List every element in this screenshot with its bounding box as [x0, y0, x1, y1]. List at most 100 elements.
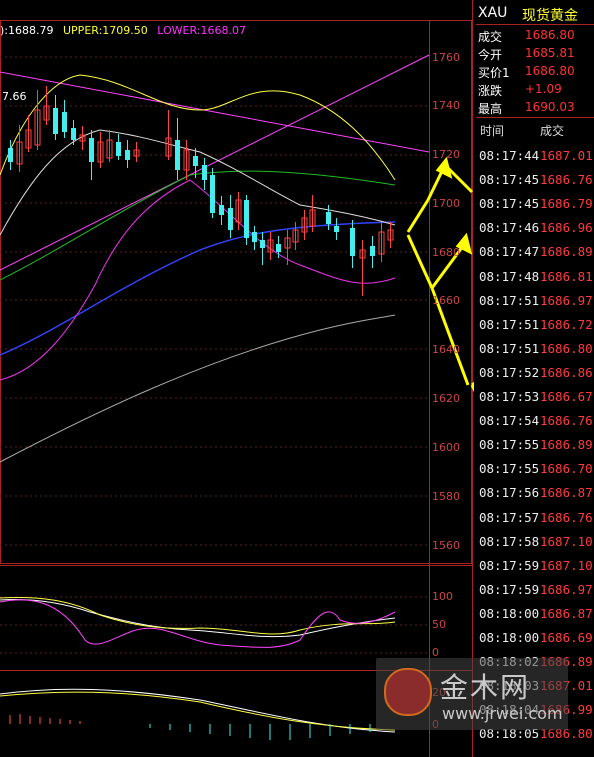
tick-price: 1686.70 [540, 461, 593, 477]
tick-price: 1686.89 [540, 244, 593, 260]
tick-time: 08:17:51 [479, 316, 540, 332]
tick-price: 1686.87 [540, 605, 593, 621]
osc-line-j [0, 599, 396, 648]
osc-line-d [0, 597, 396, 635]
legend-upper: UPPER:1709.50 [63, 24, 148, 37]
tick-price: 1686.76 [540, 413, 593, 429]
tick-row: 08:17:45 1686.79 [476, 192, 594, 216]
quote-value: 1685.81 [525, 46, 575, 60]
tick-row: 08:17:53 1686.67 [476, 385, 594, 409]
tick-price: 1686.81 [540, 268, 593, 284]
osc-line-k [0, 599, 396, 638]
macd-line-dif [0, 688, 396, 733]
quote-row: 最高 1690.03 [476, 98, 594, 116]
tick-row: 08:17:51 1686.72 [476, 313, 594, 337]
chart-area[interactable]: ):1688.79 UPPER:1709.50 LOWER:1668.07 7.… [0, 0, 474, 757]
price-axis-1580: 1580 [432, 490, 460, 503]
tick-time: 08:17:48 [479, 268, 540, 284]
price-axis-1560: 1560 [432, 539, 460, 552]
tick-price: 1686.67 [540, 389, 593, 404]
quote-value: 1686.80 [525, 28, 575, 42]
ma-short-line [0, 170, 396, 281]
tick-price: 1687.01 [540, 148, 593, 163]
tick-row: 08:17:59 1687.10 [476, 554, 594, 578]
price-axis-1680: 1680 [432, 246, 460, 259]
quote-label: 买价1 [478, 66, 510, 80]
quote-label: 最高 [478, 102, 503, 116]
quote-value: 1690.03 [525, 100, 575, 114]
tick-row: 08:17:48 1686.81 [476, 265, 594, 289]
tick-time: 08:17:58 [479, 533, 540, 549]
price-axis-1640: 1640 [432, 343, 460, 356]
symbol-header: XAU 现货黄金 [476, 2, 594, 24]
tick-price: 1687.10 [540, 557, 593, 573]
quote-row: 成交 1686.80 [476, 26, 594, 44]
bollinger-mid [0, 129, 396, 236]
tick-price: 1686.80 [540, 340, 593, 356]
tick-price: 1687.10 [540, 533, 593, 549]
tick-time: 08:17:46 [479, 220, 540, 236]
tick-time: 08:17:54 [479, 413, 540, 429]
tick-price: 1686.87 [540, 485, 593, 501]
tick-time: 08:17:44 [479, 148, 540, 163]
legend-lower: LOWER:1668.07 [157, 24, 247, 37]
tick-time: 08:18:00 [479, 630, 540, 645]
price-axis-1740: 1740 [432, 99, 460, 112]
watermark: 金木网 www.jrwei.com [376, 658, 568, 730]
tick-price: 1686.97 [540, 292, 593, 308]
osc-axis-100: 100 [432, 590, 453, 603]
quote-label: 成交 [478, 30, 503, 44]
ma-mid-line [0, 221, 396, 356]
tick-time: 08:17:55 [479, 437, 540, 453]
tick-row: 08:17:58 1687.10 [476, 530, 594, 554]
ticks-header-time: 时间 [480, 124, 505, 138]
tick-time: 08:17:59 [479, 557, 540, 573]
macd-line-dea [0, 691, 396, 731]
quote-value: +1.09 [525, 82, 562, 96]
tick-row: 08:17:52 1686.86 [476, 361, 594, 385]
tick-time: 08:17:55 [479, 461, 540, 477]
bollinger-lower [0, 179, 396, 381]
tick-row: 08:17:51 1686.80 [476, 337, 594, 361]
tick-row: 08:17:44 1687.01 [476, 144, 594, 168]
tick-time: 08:18:00 [479, 605, 540, 621]
tick-price: 1686.89 [540, 437, 593, 453]
tick-time: 08:17:45 [479, 172, 540, 188]
tick-row: 08:17:47 1686.89 [476, 240, 594, 264]
tick-price: 1686.76 [540, 172, 593, 188]
tick-price: 1686.86 [540, 364, 593, 380]
tick-time: 08:17:47 [479, 244, 540, 260]
price-axis-1620: 1620 [432, 392, 460, 405]
header-divider [476, 24, 594, 25]
tick-time: 08:17:56 [479, 485, 540, 501]
tick-row: 08:17:56 1686.87 [476, 481, 594, 505]
tick-time: 08:17:51 [479, 292, 540, 308]
tick-price: 1686.79 [540, 196, 593, 212]
quote-row: 涨跌 +1.09 [476, 80, 594, 98]
quote-row: 买价1 1686.80 [476, 62, 594, 80]
tick-price: 1686.96 [540, 220, 593, 236]
tick-time: 08:17:52 [479, 364, 540, 380]
ma-long-line [0, 314, 396, 463]
tick-row: 08:17:54 1686.76 [476, 409, 594, 433]
price-chart-svg [0, 0, 474, 757]
macd-hist-pos [9, 714, 81, 724]
quote-row: 今开 1685.81 [476, 44, 594, 62]
price-axis-1700: 1700 [432, 197, 460, 210]
trendline-lower [0, 54, 430, 271]
quote-panel: XAU 现货黄金 成交 1686.80 今开 1685.81 买价1 1686.… [476, 0, 594, 757]
main-chart-frame [0, 20, 472, 564]
tick-row: 08:17:55 1686.89 [476, 433, 594, 457]
tick-row: 08:17:59 1686.97 [476, 578, 594, 602]
tick-time: 08:17:51 [479, 340, 540, 356]
tick-row: 08:18:00 1686.69 [476, 626, 594, 650]
quote-label: 涨跌 [478, 84, 503, 98]
price-axis-1600: 1600 [432, 441, 460, 454]
watermark-text: 金木网 [440, 671, 531, 704]
tick-time: 08:17:57 [479, 509, 540, 525]
quote-label: 今开 [478, 48, 503, 62]
price-axis-1660: 1660 [432, 294, 460, 307]
watermark-url: www.jrwei.com [442, 704, 563, 723]
quote-value: 1686.80 [525, 64, 575, 78]
legend-mid: ):1688.79 [0, 24, 54, 37]
